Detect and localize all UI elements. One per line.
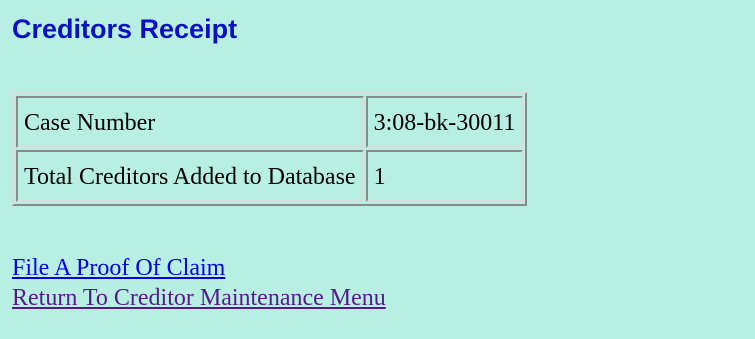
case-number-label: Case Number <box>16 96 364 148</box>
page-content: Creditors Receipt Case Number 3:08-bk-30… <box>12 12 755 313</box>
total-creditors-value: 1 <box>365 150 524 202</box>
table-row: Case Number 3:08-bk-30011 <box>16 96 524 148</box>
creditors-summary-table: Case Number 3:08-bk-30011 Total Creditor… <box>12 92 528 206</box>
case-number-value: 3:08-bk-30011 <box>365 96 524 148</box>
page-title: Creditors Receipt <box>12 14 238 44</box>
links-section: File A Proof Of Claim Return To Creditor… <box>12 253 755 313</box>
file-proof-of-claim-link[interactable]: File A Proof Of Claim <box>12 253 755 283</box>
table-row: Total Creditors Added to Database 1 <box>16 150 524 202</box>
total-creditors-label: Total Creditors Added to Database <box>16 150 364 202</box>
return-to-creditor-maintenance-menu-link[interactable]: Return To Creditor Maintenance Menu <box>12 283 755 313</box>
